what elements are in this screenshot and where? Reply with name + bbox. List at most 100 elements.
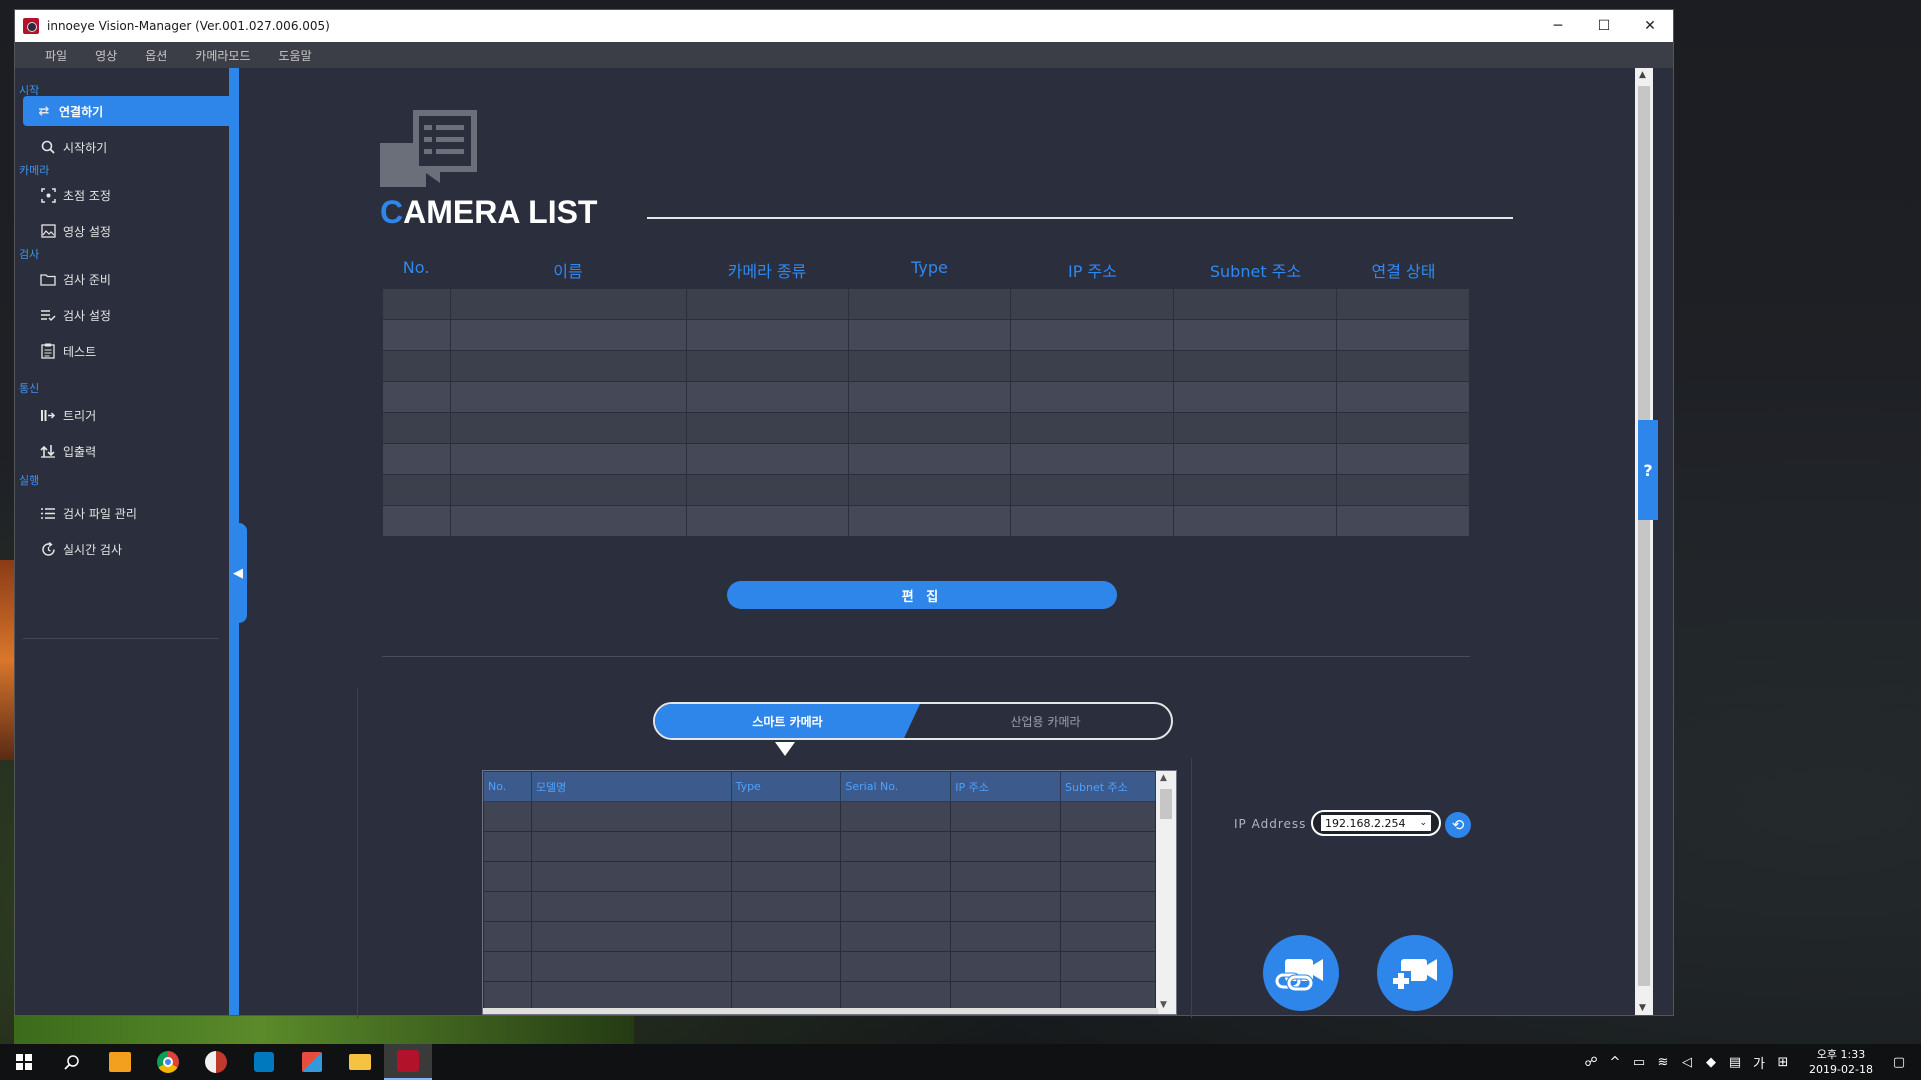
- menu-help[interactable]: 도움말: [278, 47, 311, 64]
- table-cell: [530, 801, 732, 832]
- refresh-button[interactable]: ⟲: [1445, 812, 1471, 838]
- table-row[interactable]: [483, 801, 1156, 832]
- scroll-up-icon[interactable]: ▲: [1160, 773, 1167, 783]
- table-cell: [1060, 951, 1156, 982]
- ime-indicator[interactable]: 가: [1747, 1053, 1771, 1072]
- table-row[interactable]: [382, 319, 1470, 351]
- table-cell: [1336, 350, 1470, 382]
- taskbar-app-browser[interactable]: [192, 1044, 240, 1080]
- sidebar-item-inspection-settings[interactable]: 검사 설정: [23, 300, 229, 330]
- sidebar-item-test[interactable]: 테스트: [23, 336, 229, 366]
- volume-icon[interactable]: ◁: [1675, 1055, 1699, 1070]
- taskbar-app-chrome[interactable]: [144, 1044, 192, 1080]
- close-button[interactable]: ✕: [1627, 10, 1673, 42]
- sidebar-item-file-management[interactable]: 검사 파일 관리: [23, 498, 229, 528]
- table-cell: [1173, 505, 1338, 537]
- scroll-up-icon[interactable]: ▲: [1639, 70, 1646, 80]
- scan-table-scrollbar[interactable]: ▲ ▼: [1156, 771, 1176, 1014]
- menu-camera-mode[interactable]: 카메라모드: [195, 47, 250, 64]
- sidebar-item-connect[interactable]: ⇄ 연결하기: [23, 96, 229, 126]
- table-row[interactable]: [483, 981, 1156, 1012]
- taskbar-app-office[interactable]: [288, 1044, 336, 1080]
- scroll-down-icon[interactable]: ▼: [1639, 1003, 1646, 1013]
- sidebar-item-io[interactable]: 입출력: [23, 436, 229, 466]
- sidebar-item-inspection-prep[interactable]: 검사 준비: [23, 264, 229, 294]
- taskbar-app-vision-manager[interactable]: [384, 1044, 432, 1080]
- table-cell: [1060, 921, 1156, 952]
- search-icon: [64, 1055, 79, 1070]
- battery-icon[interactable]: ▭: [1627, 1055, 1651, 1070]
- menu-file[interactable]: 파일: [45, 47, 67, 64]
- sidebar-item-realtime[interactable]: 실시간 검사: [23, 534, 229, 564]
- table-cell: [449, 381, 687, 413]
- table-cell: [530, 861, 732, 892]
- ip-address-select[interactable]: 192.168.2.254 ⌄: [1311, 810, 1441, 836]
- scroll-down-icon[interactable]: ▼: [1160, 1000, 1167, 1010]
- sidebar-item-label: 시작하기: [63, 140, 108, 155]
- start-button[interactable]: [0, 1044, 48, 1080]
- connect-camera-button[interactable]: [1263, 935, 1339, 1011]
- sidebar: 시작 ⇄ 연결하기 시작하기 카메라 초점 조정 영상 설정 검사 검사 준비 …: [15, 68, 230, 1015]
- table-cell: [1173, 319, 1338, 351]
- table-row[interactable]: [382, 505, 1470, 537]
- scan-table-hscrollbar[interactable]: [483, 1008, 1158, 1014]
- dropbox-icon[interactable]: ◆: [1699, 1055, 1723, 1070]
- chevron-up-icon[interactable]: ^: [1603, 1055, 1627, 1070]
- tab-smart-camera[interactable]: 스마트 카메라: [655, 704, 920, 738]
- table-row[interactable]: [483, 891, 1156, 922]
- notification-icon[interactable]: ▢: [1887, 1055, 1911, 1070]
- maximize-button[interactable]: ☐: [1581, 10, 1627, 42]
- table-row[interactable]: [382, 474, 1470, 506]
- table-cell: [1173, 412, 1338, 444]
- table-cell: [1060, 981, 1156, 1012]
- chrome-icon: [157, 1051, 179, 1073]
- table-cell: [530, 921, 732, 952]
- table-row[interactable]: [483, 831, 1156, 862]
- table-cell: [950, 951, 1062, 982]
- sidebar-item-focus[interactable]: 초점 조정: [23, 180, 229, 210]
- table-cell: [847, 412, 1012, 444]
- people-icon[interactable]: ☍: [1579, 1055, 1603, 1070]
- help-button[interactable]: ?: [1638, 420, 1658, 520]
- main-scrollbar[interactable]: ▲ ▼: [1635, 68, 1653, 1015]
- table-cell: [1060, 891, 1156, 922]
- table-row[interactable]: [483, 951, 1156, 982]
- table-row[interactable]: [382, 288, 1470, 320]
- sidebar-collapse-button[interactable]: ◀: [229, 523, 247, 623]
- ime-mode-icon[interactable]: ⊞: [1771, 1055, 1795, 1070]
- wifi-icon[interactable]: ≋: [1651, 1055, 1675, 1070]
- table-row[interactable]: [382, 412, 1470, 444]
- taskbar-app-explorer[interactable]: [336, 1044, 384, 1080]
- sidebar-item-image-settings[interactable]: 영상 설정: [23, 216, 229, 246]
- table-row[interactable]: [483, 921, 1156, 952]
- tab-industrial-camera[interactable]: 산업용 카메라: [920, 704, 1171, 738]
- table-row[interactable]: [382, 381, 1470, 413]
- table-cell: [730, 801, 842, 832]
- table-cell: [847, 350, 1012, 382]
- table-cell: [449, 443, 687, 475]
- table-cell: [840, 891, 952, 922]
- table-row[interactable]: [483, 861, 1156, 892]
- sidebar-item-trigger[interactable]: 트리거: [23, 400, 229, 430]
- camera-list-table[interactable]: [382, 288, 1470, 537]
- edit-button[interactable]: 편 집: [727, 581, 1117, 609]
- keyboard-icon[interactable]: ▤: [1723, 1055, 1747, 1070]
- table-row[interactable]: [382, 350, 1470, 382]
- clock[interactable]: 오후 1:33 2019-02-18: [1801, 1047, 1881, 1077]
- sidebar-item-start[interactable]: 시작하기: [23, 132, 229, 162]
- table-cell: [449, 350, 687, 382]
- menu-options[interactable]: 옵션: [145, 47, 167, 64]
- table-cell: [449, 412, 687, 444]
- scan-results-table[interactable]: No. 모델명 Type Serial No. IP 주소 Subnet 주소: [483, 771, 1156, 1012]
- taskbar-search-button[interactable]: [48, 1044, 96, 1080]
- column-header: Type: [911, 258, 948, 277]
- taskbar-app-outlook[interactable]: [96, 1044, 144, 1080]
- table-cell: [1010, 412, 1175, 444]
- taskbar-app-trello[interactable]: [240, 1044, 288, 1080]
- scroll-thumb[interactable]: [1638, 86, 1650, 986]
- minimize-button[interactable]: ─: [1535, 10, 1581, 42]
- table-row[interactable]: [382, 443, 1470, 475]
- scroll-thumb[interactable]: [1160, 789, 1172, 819]
- add-camera-button[interactable]: [1377, 935, 1453, 1011]
- menu-video[interactable]: 영상: [95, 47, 117, 64]
